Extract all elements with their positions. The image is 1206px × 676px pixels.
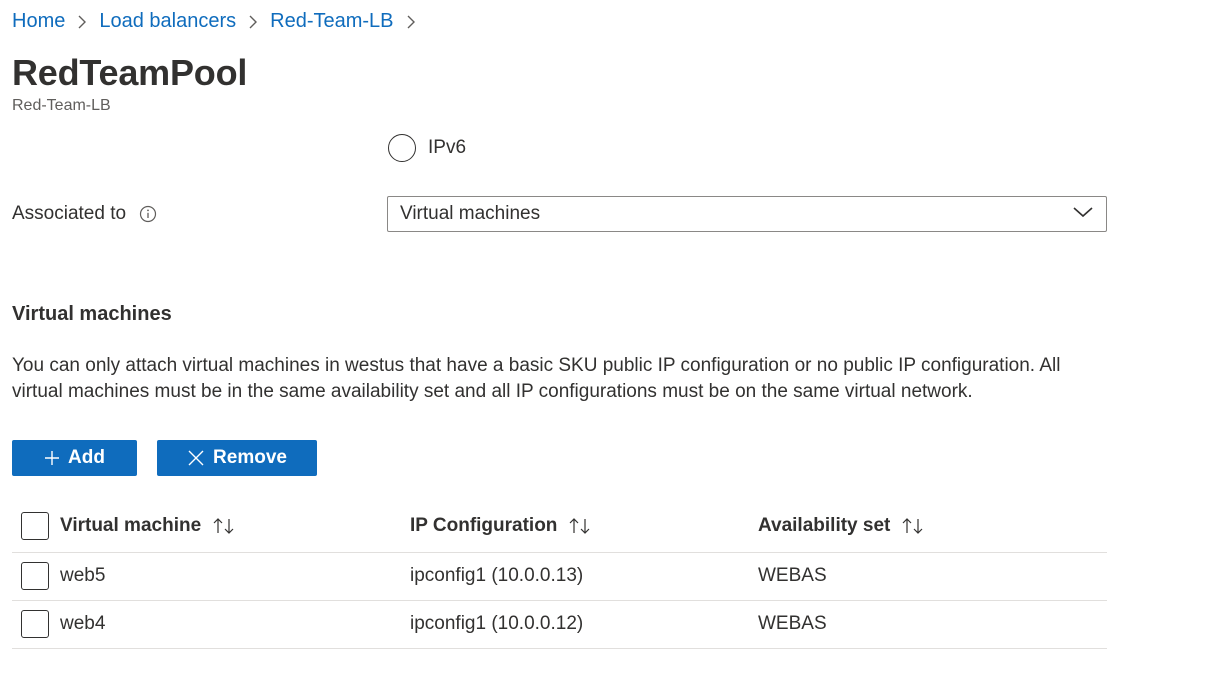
column-header-label: Availability set (758, 515, 891, 536)
breadcrumb-load-balancers-link[interactable]: Load balancers (99, 10, 236, 33)
associated-to-label: Associated to (12, 203, 157, 225)
chevron-right-icon (406, 14, 416, 30)
remove-button-label: Remove (213, 447, 287, 468)
availability-set-cell: WEBAS (758, 565, 827, 586)
ip-configuration-cell: ipconfig1 (10.0.0.13) (410, 565, 584, 586)
column-header-label: IP Configuration (410, 515, 558, 536)
ipv6-radio-label: IPv6 (428, 137, 467, 158)
add-button[interactable]: Add (12, 440, 137, 476)
ip-configuration-cell: ipconfig1 (10.0.0.12) (410, 613, 584, 634)
plus-icon (44, 450, 60, 466)
column-header-virtual-machine[interactable]: Virtual machine (60, 515, 237, 537)
virtual-machines-table: Virtual machine IP Configuration Availab… (12, 504, 1107, 649)
sort-icon[interactable] (211, 517, 237, 535)
row-checkbox[interactable] (21, 562, 49, 590)
close-icon (187, 449, 205, 467)
column-header-ip-configuration[interactable]: IP Configuration (410, 515, 593, 537)
page-subtitle: Red-Team-LB (12, 97, 111, 114)
vm-name-cell: web4 (60, 613, 106, 634)
sort-icon[interactable] (567, 517, 593, 535)
ipv6-radio-button[interactable] (388, 134, 416, 162)
associated-to-selected-value: Virtual machines (400, 203, 541, 224)
info-icon[interactable] (139, 205, 157, 223)
column-header-label: Virtual machine (60, 515, 202, 536)
breadcrumb-red-team-lb-link[interactable]: Red-Team-LB (270, 10, 393, 33)
associated-to-dropdown[interactable]: Virtual machines (387, 196, 1107, 232)
availability-set-cell: WEBAS (758, 613, 827, 634)
chevron-right-icon (77, 14, 87, 30)
virtual-machines-description: You can only attach virtual machines in … (12, 355, 1061, 402)
breadcrumb-home-link[interactable]: Home (12, 10, 65, 33)
column-header-availability-set[interactable]: Availability set (758, 515, 926, 537)
table-header-row: Virtual machine IP Configuration Availab… (12, 504, 1107, 553)
sort-icon[interactable] (900, 517, 926, 535)
chevron-down-icon (1072, 205, 1094, 224)
table-row[interactable]: web5 ipconfig1 (10.0.0.13) WEBAS (12, 553, 1107, 601)
breadcrumb: Home Load balancers Red-Team-LB (12, 10, 428, 33)
associated-to-label-text: Associated to (12, 203, 127, 224)
vm-name-cell: web5 (60, 565, 106, 586)
ipv6-radio-option[interactable]: IPv6 (388, 134, 466, 162)
page-title: RedTeamPool (12, 52, 248, 93)
virtual-machines-section-title: Virtual machines (12, 303, 172, 325)
chevron-right-icon (248, 14, 258, 30)
table-row[interactable]: web4 ipconfig1 (10.0.0.12) WEBAS (12, 601, 1107, 649)
remove-button[interactable]: Remove (157, 440, 317, 476)
add-button-label: Add (68, 447, 105, 468)
row-checkbox[interactable] (21, 610, 49, 638)
select-all-checkbox[interactable] (21, 512, 49, 540)
